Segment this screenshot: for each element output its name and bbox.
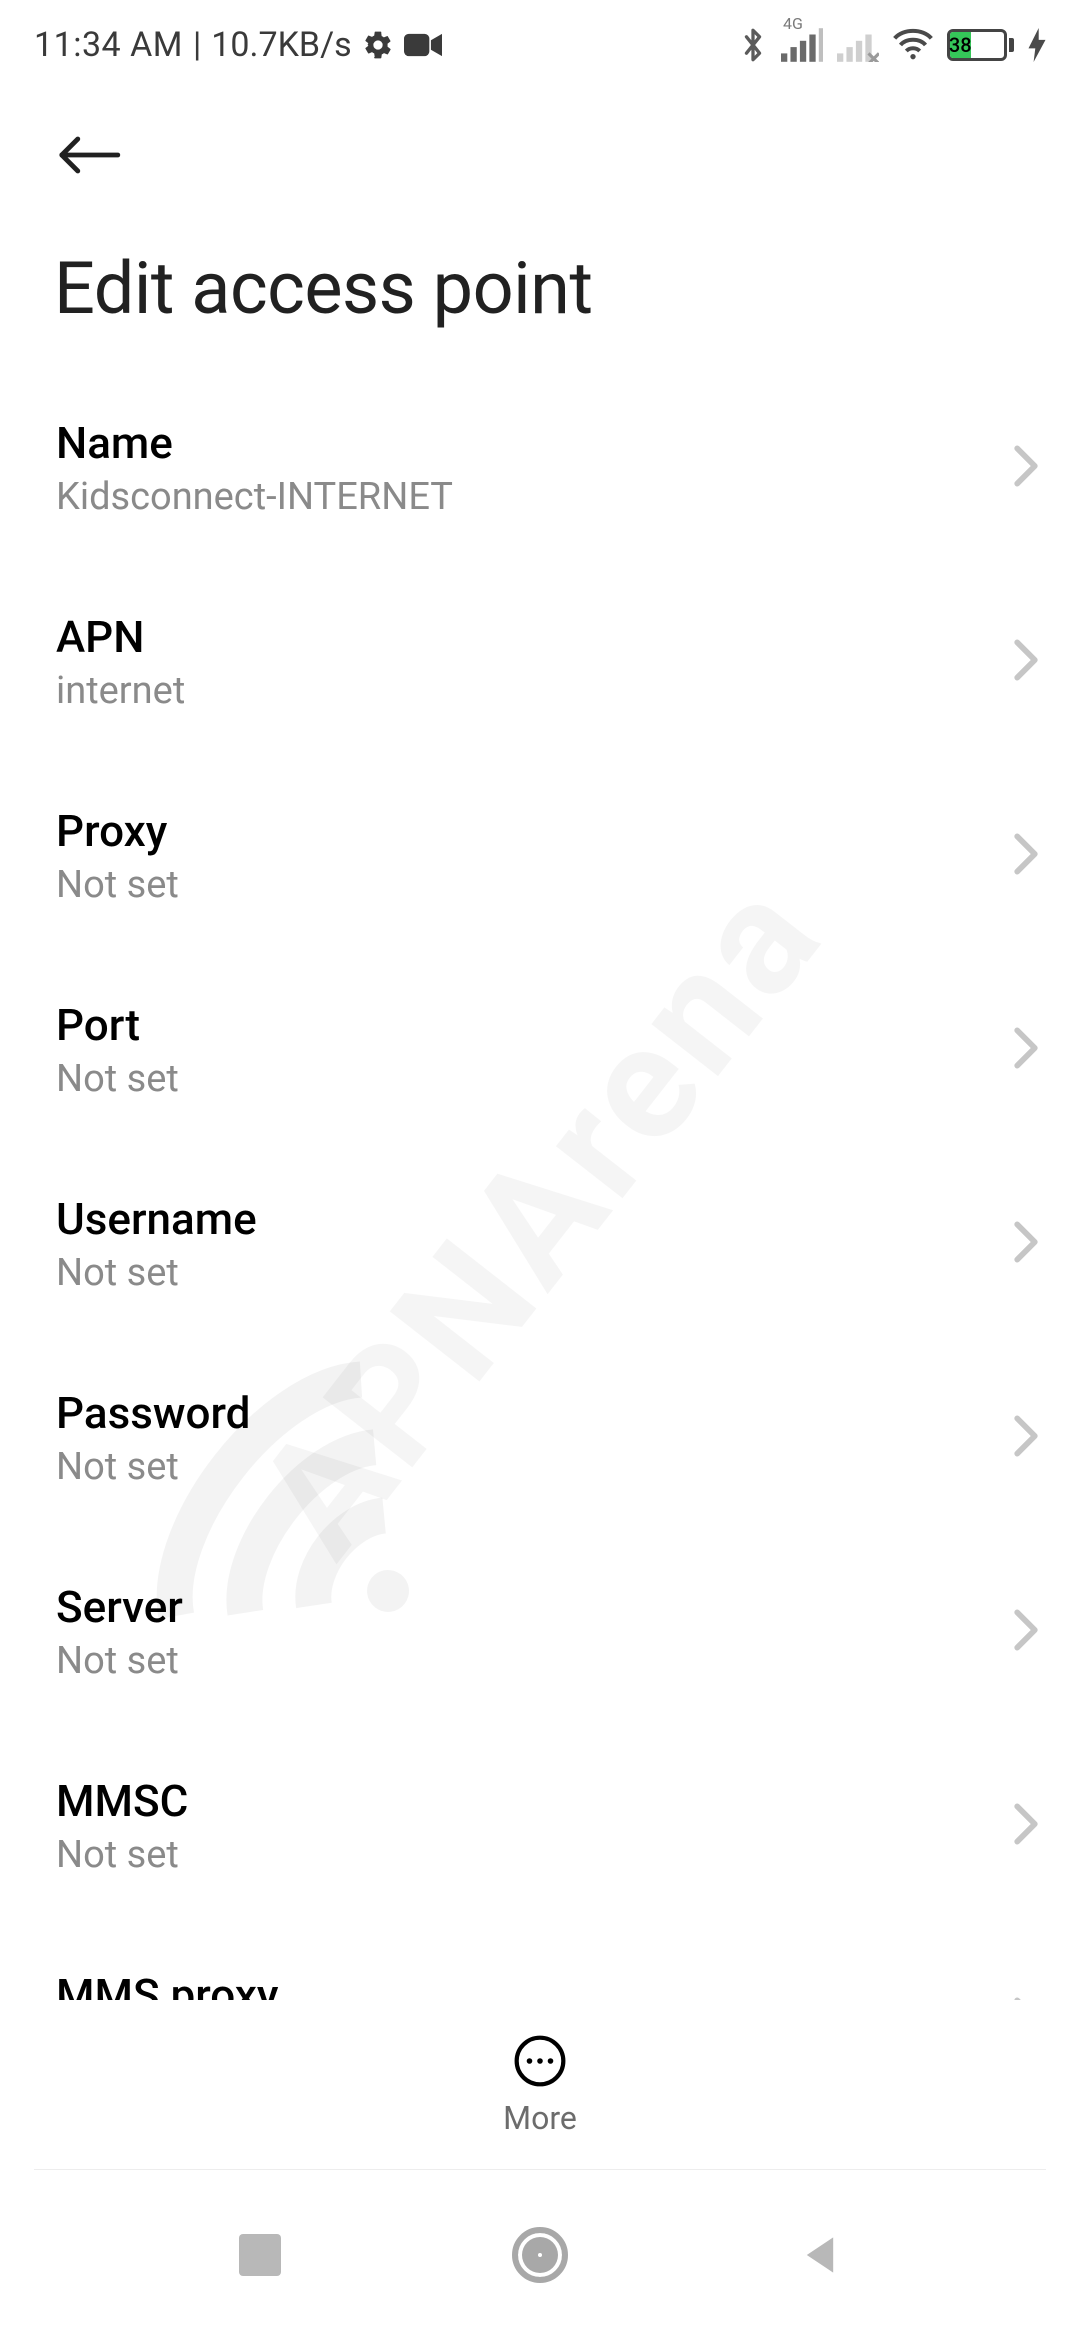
gear-icon [362, 29, 394, 61]
setting-text: Server Not set [56, 1581, 183, 1683]
bluetooth-icon [739, 27, 767, 63]
setting-label: Proxy [56, 805, 179, 857]
back-button[interactable] [54, 120, 124, 190]
setting-text: Name Kidsconnect-INTERNET [56, 417, 453, 519]
setting-text: Username Not set [56, 1193, 257, 1295]
battery-fill: 38 [950, 32, 971, 58]
setting-row-proxy[interactable]: Proxy Not set [0, 759, 1080, 953]
header: Edit access point [0, 90, 1080, 371]
system-nav-bar [0, 2170, 1080, 2340]
status-netspeed: 10.7KB/s [211, 25, 351, 65]
setting-row-apn[interactable]: APN internet [0, 565, 1080, 759]
setting-label: Server [56, 1581, 183, 1633]
more-label: More [503, 2099, 577, 2137]
setting-text: Port Not set [56, 999, 179, 1101]
setting-value: Not set [56, 1833, 188, 1877]
setting-value: Not set [56, 1445, 250, 1489]
status-bar: 11:34 AM | 10.7KB/s 4G [0, 0, 1080, 90]
setting-row-server[interactable]: Server Not set [0, 1535, 1080, 1729]
status-left: 11:34 AM | 10.7KB/s [34, 25, 442, 65]
chevron-right-icon [1012, 1220, 1040, 1268]
setting-text: Proxy Not set [56, 805, 179, 907]
chevron-right-icon [1012, 1608, 1040, 1656]
setting-value: Not set [56, 1639, 183, 1683]
wifi-icon [893, 28, 933, 62]
setting-label: Password [56, 1387, 250, 1439]
setting-value: Not set [56, 1057, 179, 1101]
circle-icon [512, 2227, 568, 2283]
status-separator: | [193, 25, 201, 65]
setting-text: Password Not set [56, 1387, 250, 1489]
chevron-right-icon [1012, 1802, 1040, 1850]
arrow-left-icon [57, 131, 121, 179]
nav-back-button[interactable] [785, 2220, 855, 2290]
more-circle-icon [512, 2033, 568, 2089]
setting-text: APN internet [56, 611, 185, 713]
page-title: Edit access point [50, 246, 1030, 371]
settings-list: Name Kidsconnect-INTERNET APN internet Proxy… [0, 371, 1080, 2191]
setting-text: MMSC Not set [56, 1775, 188, 1877]
setting-value: internet [56, 669, 185, 713]
signal-sim1-icon: 4G [781, 28, 823, 62]
chevron-right-icon [1012, 1414, 1040, 1462]
chevron-right-icon [1012, 444, 1040, 492]
setting-label: Username [56, 1193, 257, 1245]
setting-row-mmsc[interactable]: MMSC Not set [0, 1729, 1080, 1923]
square-icon [239, 2234, 281, 2276]
setting-label: Name [56, 417, 453, 469]
nav-home-button[interactable] [505, 2220, 575, 2290]
chevron-right-icon [1012, 638, 1040, 686]
setting-value: Not set [56, 863, 179, 907]
status-time: 11:34 AM [34, 25, 183, 65]
triangle-left-icon [798, 2233, 842, 2277]
battery-indicator: 38 [947, 29, 1014, 61]
nav-recent-button[interactable] [225, 2220, 295, 2290]
setting-row-username[interactable]: Username Not set [0, 1147, 1080, 1341]
status-right: 4G 38 [739, 27, 1046, 63]
setting-label: APN [56, 611, 185, 663]
setting-label: MMSC [56, 1775, 188, 1827]
signal-sim2-icon [837, 28, 879, 62]
charging-bolt-icon [1028, 28, 1046, 62]
setting-row-port[interactable]: Port Not set [0, 953, 1080, 1147]
more-button[interactable]: More [503, 2033, 577, 2137]
bottom-toolbar: More [0, 2000, 1080, 2170]
setting-label: Port [56, 999, 179, 1051]
network-type-badge: 4G [783, 14, 803, 33]
screen: APNArena 11:34 AM | 10.7KB/s 4G [0, 0, 1080, 2340]
chevron-right-icon [1012, 1026, 1040, 1074]
chevron-right-icon [1012, 832, 1040, 880]
setting-value: Kidsconnect-INTERNET [56, 475, 453, 519]
setting-value: Not set [56, 1251, 257, 1295]
videocam-icon [404, 31, 442, 59]
setting-row-name[interactable]: Name Kidsconnect-INTERNET [0, 371, 1080, 565]
setting-row-password[interactable]: Password Not set [0, 1341, 1080, 1535]
